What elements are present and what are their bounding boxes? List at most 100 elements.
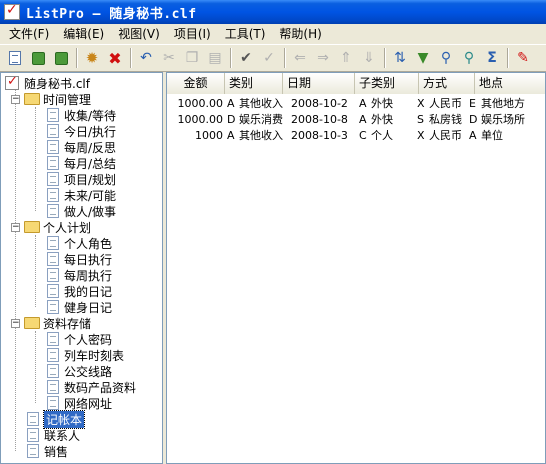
- collapse-toggle[interactable]: −: [11, 318, 20, 328]
- title-bar: ListPro – 随身秘书.clf: [0, 0, 546, 24]
- check-button[interactable]: ✔: [235, 47, 257, 69]
- cell-date: 2008-10-2: [291, 97, 348, 110]
- tree-item[interactable]: 每月/总结: [47, 155, 116, 171]
- tree-item[interactable]: 做人/做事: [47, 203, 116, 219]
- uncheck-button[interactable]: ✓: [258, 47, 280, 69]
- tree-item[interactable]: 收集/等待: [47, 107, 116, 123]
- tree-item-label: 项目/规划: [64, 172, 117, 187]
- tree-item[interactable]: 个人角色: [47, 235, 112, 251]
- collapse-toggle[interactable]: −: [11, 94, 20, 104]
- find-next-button[interactable]: ⚲: [458, 47, 480, 69]
- page-icon: [47, 348, 59, 362]
- tree-item[interactable]: 个人密码: [47, 331, 112, 347]
- tree-item-label: 收集/等待: [64, 108, 117, 123]
- menu-file[interactable]: 文件(F): [2, 24, 56, 44]
- tree-item[interactable]: 数码产品资料: [47, 379, 136, 395]
- add-child-button[interactable]: [27, 47, 49, 69]
- column-header-method[interactable]: 方式: [419, 73, 475, 94]
- page-icon: [27, 428, 39, 442]
- toolbar-separator: [76, 48, 78, 68]
- cell-subcategory: 外快: [371, 97, 393, 110]
- tree-item-label: 公交线路: [64, 364, 113, 379]
- menu-view[interactable]: 视图(V): [111, 24, 167, 44]
- tree-item[interactable]: 健身日记: [47, 299, 112, 315]
- page-icon: [47, 284, 59, 298]
- page-icon: [27, 444, 39, 458]
- move-up-button[interactable]: ⇑: [335, 47, 357, 69]
- undo-button[interactable]: ↶: [135, 47, 157, 69]
- tree-item[interactable]: 项目/规划: [47, 171, 116, 187]
- tree-item[interactable]: 每日执行: [47, 251, 112, 267]
- table-row[interactable]: 1000 A 其他收入 2008-10-3 C 个人 X 人民币 A 单位: [167, 128, 531, 144]
- gear-icon: ✹: [85, 49, 99, 67]
- tree-item[interactable]: 网络网址: [47, 395, 112, 411]
- cut-button[interactable]: ✂: [158, 47, 180, 69]
- arrow-up-icon: ⇑: [340, 50, 352, 66]
- tree-item[interactable]: 列车时刻表: [47, 347, 124, 363]
- tree-root[interactable]: 随身秘书.clf: [5, 74, 90, 91]
- list-header: 金额 类别 日期 子类别 方式 地点: [167, 73, 545, 94]
- list-view[interactable]: 金额 类别 日期 子类别 方式 地点 1000.00 A 其他收入 2008-1…: [166, 72, 546, 464]
- tree-group-data-storage[interactable]: − 资料存储: [11, 315, 91, 331]
- tree-group-time-management[interactable]: − 时间管理: [11, 91, 91, 107]
- paste-icon: ▤: [208, 50, 222, 66]
- cell-place-code: E: [469, 97, 476, 110]
- column-header-subcategory[interactable]: 子类别: [355, 73, 419, 94]
- delete-button[interactable]: ✖: [104, 47, 126, 69]
- table-row[interactable]: 1000.00 A 其他收入 2008-10-2 A 外快 X 人民币 E 其他…: [167, 96, 531, 112]
- add-sibling-button[interactable]: [50, 47, 72, 69]
- tree-item-label: 销售: [44, 444, 69, 459]
- copy-icon: ❐: [185, 50, 199, 66]
- tree-line: [35, 107, 36, 211]
- column-header-place[interactable]: 地点: [475, 73, 545, 94]
- move-right-button[interactable]: ⇒: [312, 47, 334, 69]
- tree-line: [15, 87, 16, 451]
- tree-item-contacts[interactable]: 联系人: [27, 427, 80, 443]
- sum-button[interactable]: Σ: [481, 47, 503, 69]
- filter-icon: ▼: [417, 50, 429, 66]
- collapse-toggle[interactable]: −: [11, 222, 20, 232]
- tree-item-sales[interactable]: 销售: [27, 443, 68, 459]
- tree-item[interactable]: 未来/可能: [47, 187, 116, 203]
- filter-button[interactable]: ▼: [412, 47, 434, 69]
- copy-button[interactable]: ❐: [181, 47, 203, 69]
- paste-button[interactable]: ▤: [204, 47, 226, 69]
- cell-date: 2008-10-8: [291, 113, 348, 126]
- tree-item-label: 联系人: [44, 428, 81, 443]
- cell-method: 私房钱: [429, 113, 462, 126]
- tree-item[interactable]: 今日/执行: [47, 123, 116, 139]
- cell-amount: 1000.00: [177, 97, 224, 110]
- tree-item[interactable]: 每周执行: [47, 267, 112, 283]
- settings-button[interactable]: ✹: [81, 47, 103, 69]
- cell-category-code: D: [227, 113, 236, 126]
- tree-item-label: 每日执行: [64, 252, 113, 267]
- menu-edit[interactable]: 编辑(E): [56, 24, 111, 44]
- window-title: ListPro – 随身秘书.clf: [26, 6, 197, 22]
- tree-item[interactable]: 每周/反思: [47, 139, 116, 155]
- move-down-button[interactable]: ⇓: [358, 47, 380, 69]
- tree-view[interactable]: 随身秘书.clf − 时间管理 收集/等待 今日/执行 每周/反思 每月/总结 …: [0, 72, 163, 464]
- column-header-amount[interactable]: 金额: [167, 73, 225, 94]
- tree-item-ledger[interactable]: 记帐本: [27, 409, 86, 429]
- tree-item-label: 数码产品资料: [64, 380, 137, 395]
- edit-button[interactable]: ✎: [512, 47, 534, 69]
- arrow-left-icon: ⇐: [294, 50, 306, 66]
- menu-item[interactable]: 项目(I): [167, 24, 218, 44]
- find-button[interactable]: ⚲: [435, 47, 457, 69]
- menu-tools[interactable]: 工具(T): [218, 24, 273, 44]
- column-header-date[interactable]: 日期: [283, 73, 355, 94]
- cell-category-code: A: [227, 97, 235, 110]
- cell-subcategory: 外快: [371, 113, 393, 126]
- tree-item[interactable]: 公交线路: [47, 363, 112, 379]
- page-icon: [47, 140, 59, 154]
- tree-item[interactable]: 我的日记: [47, 283, 112, 299]
- column-header-category[interactable]: 类别: [225, 73, 283, 94]
- table-row[interactable]: 1000.00 D 娱乐消费 2008-10-8 A 外快 S 私房钱 D 娱乐…: [167, 112, 531, 128]
- menu-help[interactable]: 帮助(H): [272, 24, 328, 44]
- move-left-button[interactable]: ⇐: [289, 47, 311, 69]
- new-item-button[interactable]: [4, 47, 26, 69]
- tree-item-label: 每月/总结: [64, 156, 117, 171]
- page-icon: [47, 252, 59, 266]
- tree-group-personal-plan[interactable]: − 个人计划: [11, 219, 91, 235]
- sort-button[interactable]: ⇅: [389, 47, 411, 69]
